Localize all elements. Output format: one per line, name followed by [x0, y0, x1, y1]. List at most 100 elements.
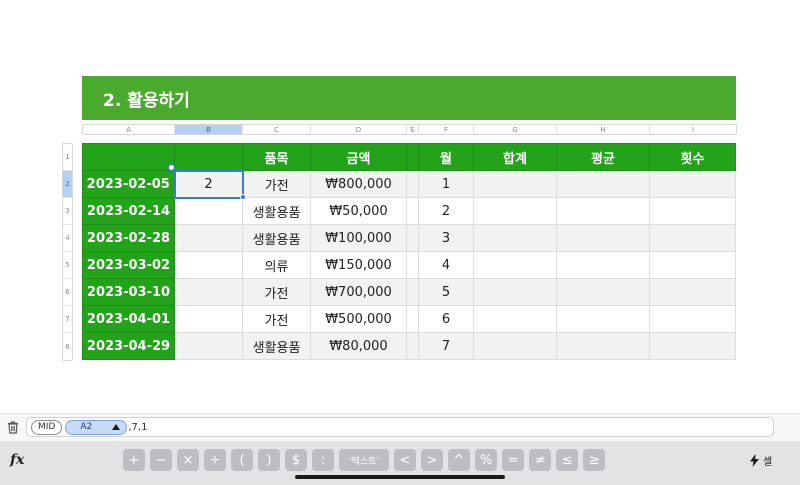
header-cell[interactable]: 월 [418, 143, 474, 171]
table-cell[interactable] [473, 305, 557, 333]
table-cell[interactable] [556, 251, 650, 279]
table-cell[interactable] [649, 278, 736, 306]
table-cell[interactable] [174, 197, 243, 225]
table-cell[interactable]: 의류 [242, 251, 311, 279]
table-cell[interactable]: ₩800,000 [310, 170, 407, 198]
row-header-4[interactable]: 4 [63, 225, 72, 252]
table-cell[interactable]: 4 [418, 251, 474, 279]
date-cell[interactable]: 2023-02-05 [82, 170, 175, 198]
table-cell[interactable]: 생활용품 [242, 224, 311, 252]
table-cell[interactable]: 생활용품 [242, 332, 311, 360]
operator-key[interactable]: ≠ [529, 449, 552, 471]
row-header-1[interactable]: 1 [63, 144, 72, 171]
operator-key[interactable]: ≥ [583, 449, 606, 471]
table-cell[interactable]: 2 [418, 197, 474, 225]
table-cell[interactable]: ₩500,000 [310, 305, 407, 333]
date-cell[interactable]: 2023-04-01 [82, 305, 175, 333]
row-header-6[interactable]: 6 [63, 279, 72, 306]
operator-key[interactable]: ≤ [556, 449, 579, 471]
row-header-3[interactable]: 3 [63, 198, 72, 225]
column-header-d[interactable]: D [311, 125, 407, 134]
column-header-f[interactable]: F [419, 125, 474, 134]
cell-button[interactable]: 셀 [750, 453, 772, 468]
table-cell[interactable]: 3 [418, 224, 474, 252]
column-header-c[interactable]: C [243, 125, 311, 134]
table-cell[interactable] [556, 332, 650, 360]
date-cell[interactable]: 2023-03-02 [82, 251, 175, 279]
table-cell[interactable] [174, 305, 243, 333]
table-cell[interactable]: 1 [418, 170, 474, 198]
table-cell[interactable]: 7 [418, 332, 474, 360]
table-cell[interactable] [406, 332, 419, 360]
table-cell[interactable]: ₩100,000 [310, 224, 407, 252]
operator-key[interactable]: − [150, 449, 172, 471]
table-cell[interactable] [473, 197, 557, 225]
operator-key[interactable]: < [394, 449, 416, 471]
header-cell[interactable]: 금액 [310, 143, 407, 171]
table-cell[interactable] [473, 251, 557, 279]
table-cell[interactable] [649, 305, 736, 333]
header-cell[interactable]: 평균 [556, 143, 650, 171]
table-cell[interactable]: 가전 [242, 170, 311, 198]
column-header-b[interactable]: B [175, 125, 243, 134]
row-header-5[interactable]: 5 [63, 252, 72, 279]
operator-key[interactable]: % [475, 449, 498, 471]
date-cell[interactable]: 2023-04-29 [82, 332, 175, 360]
table-cell[interactable]: ₩150,000 [310, 251, 407, 279]
table-cell[interactable]: ₩700,000 [310, 278, 407, 306]
operator-key[interactable]: ÷ [204, 449, 226, 471]
table-cell[interactable] [174, 278, 243, 306]
triangle-up-icon[interactable] [112, 424, 121, 430]
date-cell[interactable]: 2023-02-14 [82, 197, 175, 225]
header-cell[interactable] [406, 143, 419, 171]
table-cell[interactable] [556, 278, 650, 306]
table-cell[interactable] [556, 224, 650, 252]
table-cell[interactable] [174, 332, 243, 360]
date-cell[interactable]: 2023-03-10 [82, 278, 175, 306]
operator-key[interactable]: $ [285, 449, 307, 471]
table-cell[interactable] [556, 197, 650, 225]
trash-icon[interactable] [6, 420, 20, 434]
column-header-a[interactable]: A [83, 125, 175, 134]
table-cell[interactable] [473, 278, 557, 306]
operator-key[interactable]: = [502, 449, 525, 471]
operator-key[interactable]: > [421, 449, 443, 471]
operator-key[interactable]: : [312, 449, 334, 471]
table-cell[interactable] [406, 224, 419, 252]
table-cell[interactable] [406, 305, 419, 333]
row-header-2[interactable]: 2 [63, 171, 72, 198]
table-cell[interactable] [473, 332, 557, 360]
header-cell[interactable] [82, 143, 175, 171]
row-header-8[interactable]: 8 [63, 333, 72, 360]
table-cell[interactable] [406, 278, 419, 306]
table-cell[interactable] [649, 170, 736, 198]
table-cell[interactable] [174, 224, 243, 252]
column-header-i[interactable]: I [650, 125, 736, 134]
header-cell[interactable] [174, 143, 243, 171]
operator-key[interactable]: ) [258, 449, 280, 471]
selection-handle-top-left[interactable] [168, 164, 175, 171]
table-cell[interactable] [406, 197, 419, 225]
table-cell[interactable] [473, 224, 557, 252]
table-cell[interactable] [649, 197, 736, 225]
table-cell[interactable]: 가전 [242, 278, 311, 306]
table-cell[interactable]: 5 [418, 278, 474, 306]
table-cell[interactable]: ₩80,000 [310, 332, 407, 360]
table-cell[interactable] [406, 251, 419, 279]
header-cell[interactable]: 품목 [242, 143, 311, 171]
operator-key[interactable]: + [123, 449, 145, 471]
table-cell[interactable]: 생활용품 [242, 197, 311, 225]
table-cell[interactable] [649, 251, 736, 279]
row-header-7[interactable]: 7 [63, 306, 72, 333]
column-header-h[interactable]: H [557, 125, 650, 134]
active-cell[interactable]: 2 [173, 169, 244, 199]
formula-input[interactable]: MID A2 ,7,1 [26, 417, 774, 437]
table-cell[interactable] [556, 305, 650, 333]
table-cell[interactable] [556, 170, 650, 198]
date-cell[interactable]: 2023-02-28 [82, 224, 175, 252]
table-cell[interactable] [406, 170, 419, 198]
header-cell[interactable]: 합계 [473, 143, 557, 171]
table-cell[interactable] [473, 170, 557, 198]
operator-key[interactable]: ( [231, 449, 253, 471]
table-cell[interactable]: 6 [418, 305, 474, 333]
